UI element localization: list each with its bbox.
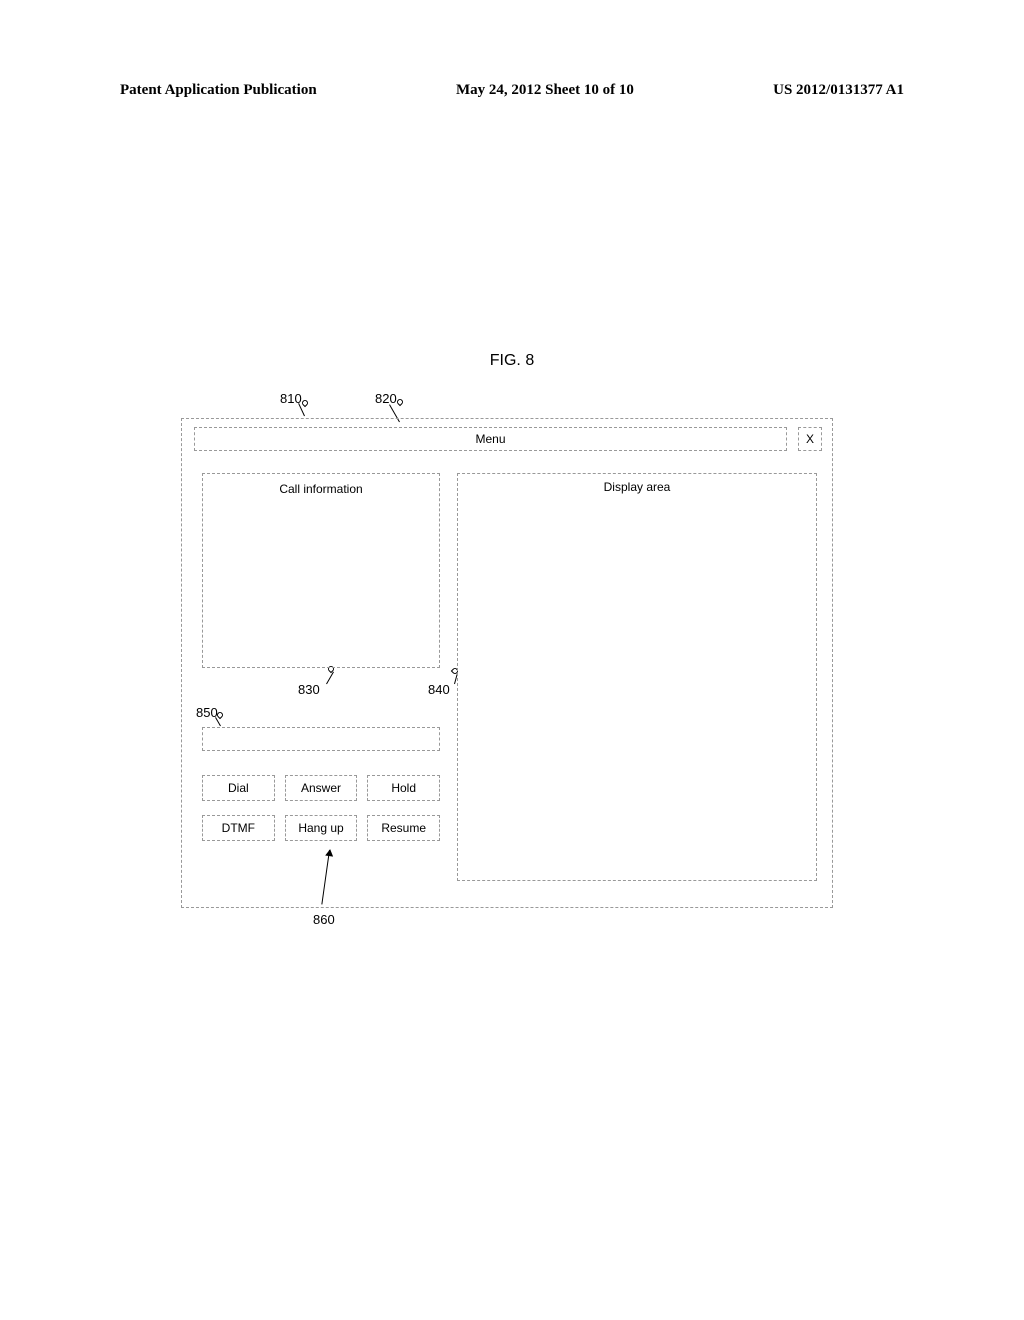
- resume-button[interactable]: Resume: [367, 815, 440, 841]
- button-row-2: DTMF Hang up Resume: [202, 815, 440, 841]
- close-icon: X: [806, 432, 814, 446]
- app-window: Menu X Call information Display area Dia…: [181, 418, 833, 908]
- call-information-panel: Call information: [202, 473, 440, 668]
- hook-810: [301, 399, 309, 407]
- menu-label: Menu: [475, 432, 505, 446]
- callout-860: 860: [313, 912, 335, 927]
- hold-label: Hold: [391, 781, 416, 795]
- display-area-label: Display area: [604, 480, 671, 494]
- page-header: Patent Application Publication May 24, 2…: [120, 82, 904, 99]
- hold-button[interactable]: Hold: [367, 775, 440, 801]
- menu-bar[interactable]: Menu: [194, 427, 787, 451]
- dtmf-label: DTMF: [222, 821, 255, 835]
- call-info-label: Call information: [279, 482, 362, 496]
- header-right: US 2012/0131377 A1: [773, 82, 904, 99]
- callout-820: 820: [375, 391, 397, 406]
- answer-button[interactable]: Answer: [285, 775, 358, 801]
- figure-title: FIG. 8: [0, 352, 1024, 370]
- button-row-1: Dial Answer Hold: [202, 775, 440, 801]
- hangup-button[interactable]: Hang up: [285, 815, 358, 841]
- header-left: Patent Application Publication: [120, 82, 317, 99]
- dtmf-button[interactable]: DTMF: [202, 815, 275, 841]
- header-center: May 24, 2012 Sheet 10 of 10: [456, 82, 634, 99]
- close-button[interactable]: X: [798, 427, 822, 451]
- display-area-panel: Display area: [457, 473, 817, 881]
- hook-820: [396, 398, 404, 406]
- resume-label: Resume: [381, 821, 426, 835]
- answer-label: Answer: [301, 781, 341, 795]
- dial-button[interactable]: Dial: [202, 775, 275, 801]
- phone-input[interactable]: [202, 727, 440, 751]
- hangup-label: Hang up: [298, 821, 343, 835]
- dial-label: Dial: [228, 781, 249, 795]
